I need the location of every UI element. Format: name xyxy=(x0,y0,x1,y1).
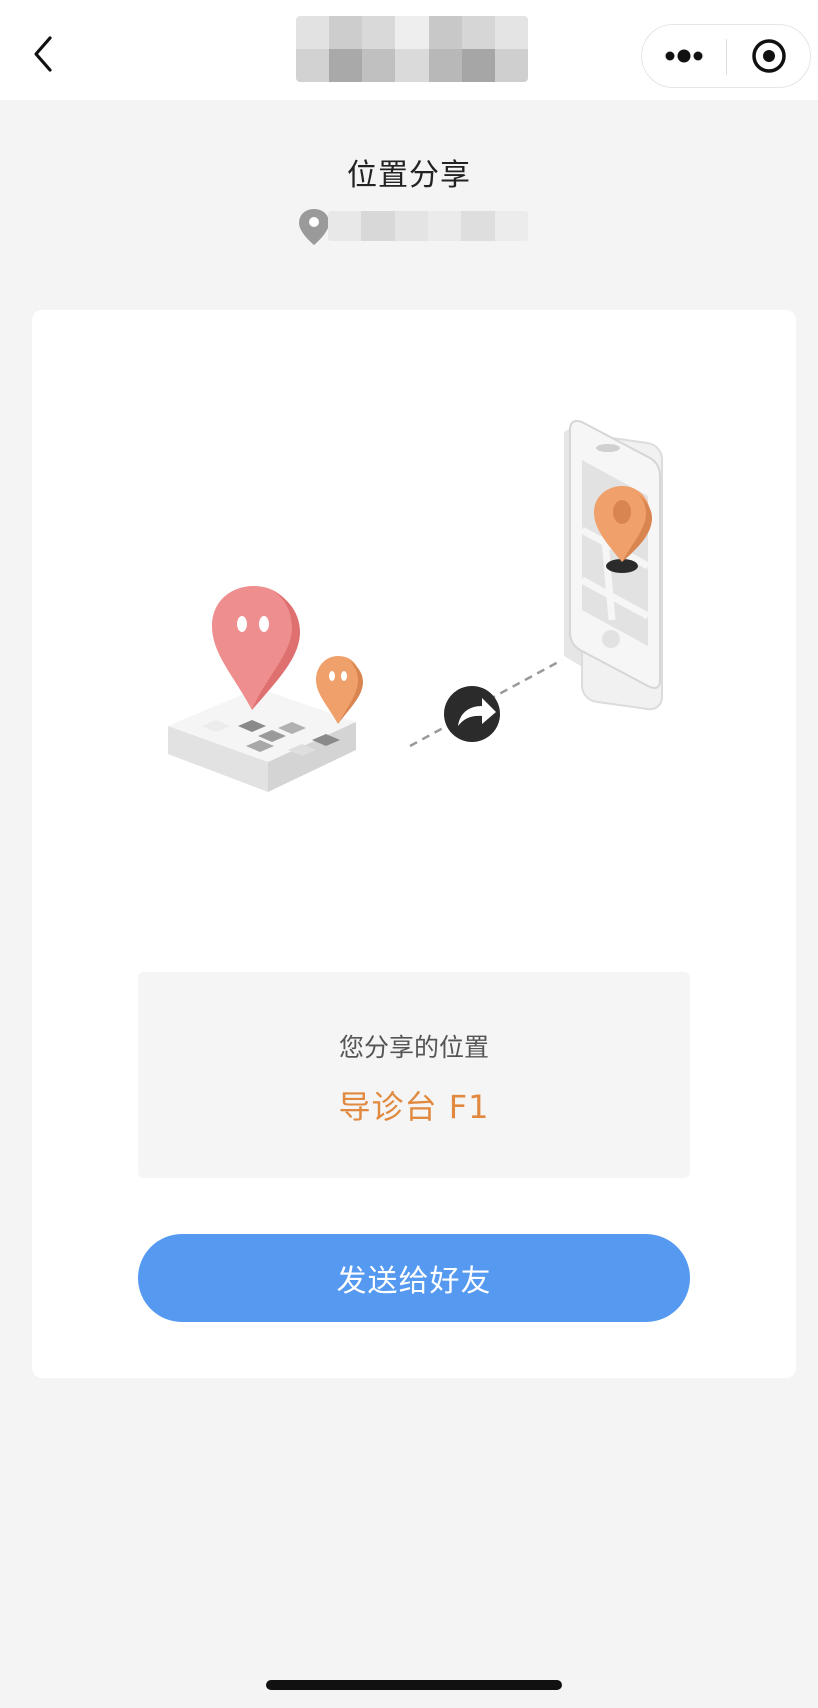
mini-program-capsule xyxy=(641,24,811,88)
map-pin-icon xyxy=(299,209,329,245)
home-indicator[interactable] xyxy=(266,1680,562,1690)
target-circle-icon xyxy=(752,39,786,73)
location-subtitle-redacted xyxy=(296,205,532,249)
mosaic-tile xyxy=(362,49,396,82)
page-title: 位置分享 xyxy=(347,158,471,193)
share-arrow-icon xyxy=(444,686,500,742)
share-location-illustration xyxy=(168,420,663,792)
screen: 位置分享 您分享的位置 导诊台 F1 发送给好友 xyxy=(0,0,818,1708)
mosaic-tile xyxy=(362,16,396,49)
mosaic-tile xyxy=(296,49,330,82)
share-card: 您分享的位置 导诊台 F1 发送给好友 xyxy=(32,310,796,1378)
close-mini-program-button[interactable] xyxy=(727,25,811,87)
back-button[interactable] xyxy=(24,26,68,82)
shared-location-label: 您分享的位置 xyxy=(338,1033,489,1062)
nav-bar xyxy=(0,0,818,100)
large-pin-illustration xyxy=(212,586,300,710)
mosaic-tile xyxy=(428,16,462,49)
send-to-friend-button[interactable]: 发送给好友 xyxy=(138,1234,690,1322)
mosaic-tile xyxy=(428,49,462,82)
mosaic-tile xyxy=(494,49,528,82)
mosaic-tile xyxy=(329,49,363,82)
mosaic-tile xyxy=(494,16,528,49)
mosaic-tile xyxy=(296,16,330,49)
dashed-connector xyxy=(487,658,563,702)
mosaic-tile xyxy=(461,16,495,49)
more-button[interactable] xyxy=(642,25,726,87)
shared-location-value: 导诊台 F1 xyxy=(338,1088,490,1126)
subtitle-mosaic xyxy=(328,211,528,241)
chevron-left-icon xyxy=(34,36,52,72)
nav-title-redacted xyxy=(296,16,528,82)
mosaic-tile xyxy=(395,49,429,82)
mosaic-tile xyxy=(395,16,429,49)
more-dots-icon xyxy=(665,49,703,63)
mosaic-tile xyxy=(329,16,363,49)
mosaic-tile xyxy=(461,49,495,82)
shared-location-box: 您分享的位置 导诊台 F1 xyxy=(138,972,690,1178)
